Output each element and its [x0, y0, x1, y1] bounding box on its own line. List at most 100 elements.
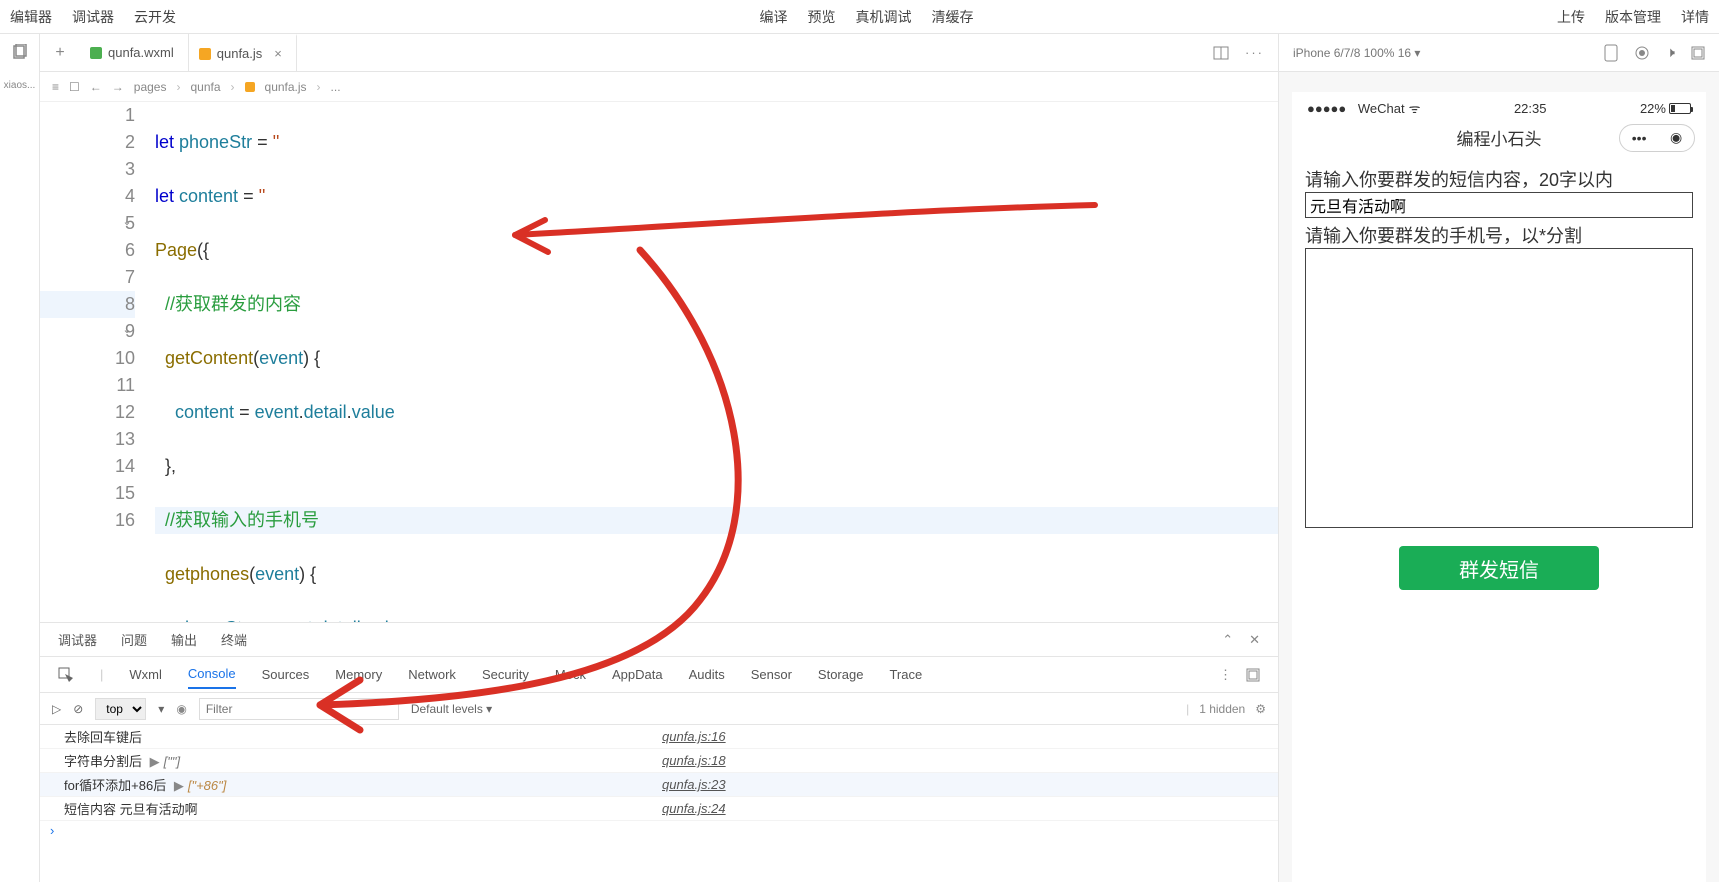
- tab-bar: + qunfa.wxml qunfa.js × ···: [40, 34, 1278, 72]
- clear-icon[interactable]: ⊘: [73, 702, 83, 716]
- files-icon[interactable]: [12, 44, 28, 60]
- breadcrumbs: ≡ ☐ ← → pages› qunfa› qunfa.js› ...: [40, 72, 1278, 102]
- menu-details[interactable]: 详情: [1681, 7, 1709, 27]
- menu-version[interactable]: 版本管理: [1605, 7, 1661, 27]
- tab-qunfa-wxml[interactable]: qunfa.wxml: [80, 34, 189, 71]
- content-input[interactable]: [1305, 192, 1693, 218]
- menu-preview[interactable]: 预览: [808, 7, 836, 27]
- console-row[interactable]: 去除回车键后qunfa.js:16: [40, 725, 1278, 749]
- bookmark-icon[interactable]: ☐: [69, 80, 80, 94]
- console-row[interactable]: for循环添加+86后 ▶["+86"]qunfa.js:23: [40, 773, 1278, 797]
- dock-icon[interactable]: [1691, 46, 1705, 60]
- back-icon[interactable]: ←: [90, 80, 102, 94]
- menu-upload[interactable]: 上传: [1557, 7, 1585, 27]
- menu-remote-debug[interactable]: 真机调试: [856, 7, 912, 27]
- debug-panel: 调试器 问题 输出 终端 ⌃ ✕ | Wxml Console Sources …: [40, 622, 1278, 882]
- phone-icon[interactable]: [1604, 44, 1618, 62]
- signal-icon: ●●●●●: [1307, 101, 1346, 116]
- record-icon[interactable]: [1634, 45, 1650, 61]
- phones-textarea[interactable]: [1305, 248, 1693, 528]
- debug-tab[interactable]: 输出: [171, 630, 197, 649]
- source-link[interactable]: qunfa.js:16: [662, 729, 1260, 744]
- code-editor[interactable]: 1 2 3 4 ⌄5 6 7 8 ⌄9 10 11 12 13 14 15 16…: [40, 102, 1278, 622]
- source-link[interactable]: qunfa.js:24: [662, 801, 1260, 816]
- menu-right: 上传 版本管理 详情: [1557, 7, 1709, 27]
- file-icon: [245, 82, 255, 92]
- devtab-sources[interactable]: Sources: [262, 661, 310, 688]
- side-label: xiaos...: [4, 80, 36, 91]
- file-icon: [199, 48, 211, 60]
- play-icon[interactable]: ▷: [52, 702, 61, 716]
- menu-cloud[interactable]: 云开发: [134, 7, 176, 27]
- menu-editor[interactable]: 编辑器: [10, 7, 52, 27]
- devtab-audits[interactable]: Audits: [689, 661, 725, 688]
- crumb[interactable]: qunfa: [190, 80, 220, 94]
- new-tab-button[interactable]: +: [40, 44, 80, 62]
- close-icon[interactable]: ×: [274, 46, 282, 61]
- debug-tab[interactable]: 问题: [121, 630, 147, 649]
- devtab-console[interactable]: Console: [188, 660, 236, 689]
- menu-debugger[interactable]: 调试器: [72, 7, 114, 27]
- more-icon[interactable]: •••: [1632, 130, 1647, 146]
- fold-icon[interactable]: ⌄: [121, 216, 133, 228]
- content-label: 请输入你要群发的短信内容，20字以内: [1305, 166, 1693, 192]
- app-title: 编程小石头: [1457, 125, 1542, 150]
- fold-icon[interactable]: ⌄: [121, 324, 133, 336]
- menu-bar: 编辑器 调试器 云开发 编译 预览 真机调试 清缓存 上传 版本管理 详情: [0, 0, 1719, 34]
- device-select[interactable]: iPhone 6/7/8 100% 16 ▾: [1293, 46, 1420, 60]
- capsule-buttons[interactable]: ••• ◉: [1619, 124, 1695, 152]
- debug-tab[interactable]: 终端: [221, 630, 247, 649]
- more-icon[interactable]: ···: [1245, 45, 1264, 60]
- filter-input[interactable]: [199, 698, 399, 720]
- crumb[interactable]: qunfa.js: [265, 80, 307, 94]
- menu-clear-cache[interactable]: 清缓存: [932, 7, 974, 27]
- devtab-sensor[interactable]: Sensor: [751, 661, 792, 688]
- debug-tab[interactable]: 调试器: [58, 630, 97, 649]
- code-source[interactable]: let phoneStr = '' let content = '' Page(…: [155, 102, 1278, 622]
- console-output[interactable]: 去除回车键后qunfa.js:16 字符串分割后 ▶[""]qunfa.js:1…: [40, 725, 1278, 882]
- source-link[interactable]: qunfa.js:18: [662, 753, 1260, 768]
- scope-select[interactable]: top: [95, 698, 146, 720]
- file-icon: [90, 47, 102, 59]
- mute-icon[interactable]: 🕨: [1666, 44, 1675, 61]
- devtab-security[interactable]: Security: [482, 661, 529, 688]
- devtab-mock[interactable]: Mock: [555, 661, 586, 688]
- chevron-up-icon[interactable]: ⌃: [1222, 632, 1233, 648]
- devtab-wxml[interactable]: Wxml: [129, 661, 162, 688]
- wifi-icon: ᯤ: [1409, 99, 1421, 117]
- inspect-icon[interactable]: [58, 667, 74, 683]
- crumb: ...: [331, 80, 341, 94]
- console-prompt[interactable]: ›: [40, 821, 1278, 840]
- battery-icon: [1669, 103, 1691, 114]
- close-icon[interactable]: ✕: [1249, 632, 1260, 648]
- devtab-memory[interactable]: Memory: [335, 661, 382, 688]
- tab-label: qunfa.wxml: [108, 45, 174, 60]
- target-icon[interactable]: ◉: [1670, 129, 1682, 146]
- tab-label: qunfa.js: [217, 46, 263, 61]
- form-area: 请输入你要群发的短信内容，20字以内 请输入你要群发的手机号，以*分割 群发短信: [1293, 162, 1705, 590]
- send-button[interactable]: 群发短信: [1399, 546, 1599, 590]
- split-icon[interactable]: [1213, 45, 1229, 61]
- chevron-down-icon[interactable]: ▾: [158, 702, 164, 716]
- console-row[interactable]: 短信内容 元旦有活动啊qunfa.js:24: [40, 797, 1278, 821]
- menu-icon[interactable]: ≡: [52, 80, 59, 94]
- crumb[interactable]: pages: [134, 80, 167, 94]
- eye-icon[interactable]: ◉: [176, 702, 186, 716]
- source-link[interactable]: qunfa.js:23: [662, 777, 1260, 792]
- devtab-network[interactable]: Network: [408, 661, 456, 688]
- levels-select[interactable]: Default levels ▾: [411, 702, 492, 716]
- tab-qunfa-js[interactable]: qunfa.js ×: [189, 34, 297, 71]
- menu-compile[interactable]: 编译: [760, 7, 788, 27]
- console-row[interactable]: 字符串分割后 ▶[""]qunfa.js:18: [40, 749, 1278, 773]
- devtab-storage[interactable]: Storage: [818, 661, 864, 688]
- dock-icon[interactable]: [1246, 668, 1260, 682]
- devtab-trace[interactable]: Trace: [889, 661, 922, 688]
- forward-icon[interactable]: →: [112, 80, 124, 94]
- hidden-count: 1 hidden: [1199, 702, 1245, 716]
- activity-bar: xiaos...: [0, 34, 40, 882]
- gear-icon[interactable]: ⚙: [1255, 702, 1266, 716]
- more-icon[interactable]: ⋮: [1219, 667, 1232, 683]
- devtab-appdata[interactable]: AppData: [612, 661, 663, 688]
- editor-pane: + qunfa.wxml qunfa.js × ··· ≡ ☐ ← →: [40, 34, 1279, 882]
- debug-tabs: 调试器 问题 输出 终端 ⌃ ✕: [40, 623, 1278, 657]
